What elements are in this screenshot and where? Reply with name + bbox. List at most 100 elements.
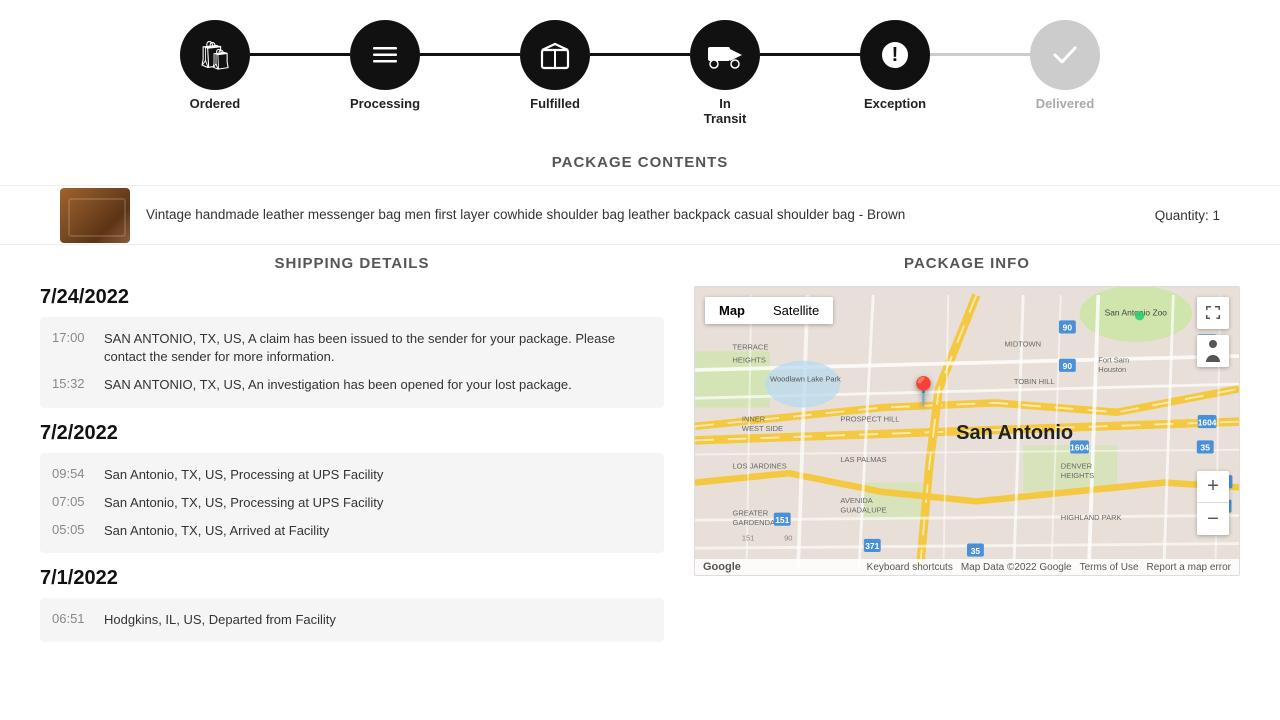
event-time: 15:32	[52, 376, 90, 394]
ordered-label: Ordered	[190, 96, 241, 111]
svg-text:WEST SIDE: WEST SIDE	[742, 424, 783, 433]
map-tab-map[interactable]: Map	[705, 297, 759, 324]
delivered-label: Delivered	[1036, 96, 1095, 111]
event-desc: Hodgkins, IL, US, Departed from Facility	[104, 611, 652, 629]
package-info-title: PACKAGE INFO	[694, 255, 1240, 272]
map-data-label: Map Data ©2022 Google	[961, 562, 1072, 573]
map-city-label: San Antonio	[956, 422, 1073, 445]
svg-text:DENVER: DENVER	[1061, 462, 1093, 471]
map-fullscreen-button[interactable]	[1197, 297, 1229, 329]
shipping-details-title: SHIPPING DETAILS	[40, 255, 664, 272]
terms-of-use-link[interactable]: Terms of Use	[1080, 562, 1139, 573]
step-delivered: Delivered	[1030, 20, 1100, 111]
svg-text:Woodlawn Lake Park: Woodlawn Lake Park	[770, 374, 841, 383]
svg-text:371: 371	[865, 541, 879, 551]
svg-text:TOBIN HILL: TOBIN HILL	[1014, 377, 1055, 386]
map-zoom-in-button[interactable]: +	[1197, 471, 1229, 503]
event-desc: San Antonio, TX, US, Processing at UPS F…	[104, 494, 652, 512]
map-container: San Antonio Zoo TERRACE HEIGHTS MIDTOWN …	[694, 286, 1240, 576]
package-contents-title: PACKAGE CONTENTS	[0, 154, 1280, 171]
exception-icon: !	[860, 20, 930, 90]
svg-text:HEIGHTS: HEIGHTS	[733, 356, 766, 365]
product-image	[60, 188, 130, 243]
svg-text:LOS JARDINES: LOS JARDINES	[733, 462, 787, 471]
svg-text:!: !	[892, 44, 899, 66]
date-group-2: 7/2/2022 09:54 San Antonio, TX, US, Proc…	[40, 422, 664, 554]
event-row: 17:00 SAN ANTONIO, TX, US, A claim has b…	[52, 325, 652, 371]
report-error-link[interactable]: Report a map error	[1147, 562, 1231, 573]
product-description: Vintage handmade leather messenger bag m…	[146, 206, 1139, 225]
processing-icon	[350, 20, 420, 90]
step-ordered: 🛍 Ordered	[180, 20, 250, 111]
svg-text:INNER: INNER	[742, 415, 766, 424]
map-zoom-controls: + −	[1197, 471, 1229, 535]
connector-4	[760, 53, 860, 56]
product-quantity: Quantity: 1	[1155, 208, 1220, 223]
step-fulfilled: Fulfilled	[520, 20, 590, 111]
event-desc: San Antonio, TX, US, Arrived at Facility	[104, 522, 652, 540]
delivered-icon	[1030, 20, 1100, 90]
fulfilled-label: Fulfilled	[530, 96, 580, 111]
svg-text:AVENIDA: AVENIDA	[840, 496, 872, 505]
svg-text:MIDTOWN: MIDTOWN	[1005, 340, 1042, 349]
svg-text:LAS PALMAS: LAS PALMAS	[840, 455, 886, 464]
map-tab-satellite[interactable]: Satellite	[759, 297, 833, 324]
step-exception: ! Exception	[860, 20, 930, 111]
in-transit-label: InTransit	[704, 96, 747, 126]
svg-text:HIGHLAND PARK: HIGHLAND PARK	[1061, 513, 1122, 522]
svg-text:Fort Sam: Fort Sam	[1098, 356, 1129, 365]
connector-2	[420, 53, 520, 56]
map-location-pin: 📍	[906, 375, 941, 408]
event-list-3: 06:51 Hodgkins, IL, US, Departed from Fa…	[40, 598, 664, 642]
event-row: 15:32 SAN ANTONIO, TX, US, An investigat…	[52, 371, 652, 399]
processing-label: Processing	[350, 96, 420, 111]
map-tabs: Map Satellite	[705, 297, 833, 324]
svg-text:TERRACE: TERRACE	[733, 342, 769, 351]
svg-text:HEIGHTS: HEIGHTS	[1061, 471, 1094, 480]
step-processing: Processing	[350, 20, 420, 111]
date-2: 7/2/2022	[40, 422, 664, 445]
svg-text:90: 90	[1063, 323, 1073, 333]
svg-text:35: 35	[971, 546, 981, 556]
google-logo: Google	[703, 561, 741, 573]
shipping-details-col: SHIPPING DETAILS 7/24/2022 17:00 SAN ANT…	[40, 255, 664, 656]
map-zoom-out-button[interactable]: −	[1197, 503, 1229, 535]
svg-text:GREATER: GREATER	[733, 508, 769, 517]
event-time: 05:05	[52, 522, 90, 540]
event-row: 06:51 Hodgkins, IL, US, Departed from Fa…	[52, 606, 652, 634]
event-desc: SAN ANTONIO, TX, US, An investigation ha…	[104, 376, 652, 394]
event-row: 09:54 San Antonio, TX, US, Processing at…	[52, 461, 652, 489]
step-in-transit: InTransit	[690, 20, 760, 126]
event-row: 05:05 San Antonio, TX, US, Arrived at Fa…	[52, 517, 652, 545]
svg-text:1604: 1604	[1198, 417, 1217, 427]
svg-text:90: 90	[784, 534, 792, 543]
event-time: 07:05	[52, 494, 90, 512]
svg-text:151: 151	[775, 515, 789, 525]
connector-5	[930, 53, 1030, 56]
progress-tracker: 🛍 Ordered Processing Fulfilled	[0, 0, 1280, 136]
svg-text:GUADALUPE: GUADALUPE	[840, 506, 886, 515]
date-group-3: 7/1/2022 06:51 Hodgkins, IL, US, Departe…	[40, 567, 664, 642]
svg-text:90: 90	[1063, 361, 1073, 371]
svg-text:151: 151	[742, 534, 755, 543]
event-list-2: 09:54 San Antonio, TX, US, Processing at…	[40, 453, 664, 554]
fulfilled-icon	[520, 20, 590, 90]
event-desc: San Antonio, TX, US, Processing at UPS F…	[104, 466, 652, 484]
keyboard-shortcuts-link[interactable]: Keyboard shortcuts	[867, 562, 953, 573]
event-list-1: 17:00 SAN ANTONIO, TX, US, A claim has b…	[40, 317, 664, 408]
ordered-icon: 🛍	[180, 20, 250, 90]
event-time: 06:51	[52, 611, 90, 629]
map-footer-links: Keyboard shortcuts Map Data ©2022 Google…	[867, 562, 1231, 573]
package-info-col: PACKAGE INFO	[694, 255, 1240, 656]
event-row: 07:05 San Antonio, TX, US, Processing at…	[52, 489, 652, 517]
in-transit-icon	[690, 20, 760, 90]
date-group-1: 7/24/2022 17:00 SAN ANTONIO, TX, US, A c…	[40, 286, 664, 408]
two-column-layout: SHIPPING DETAILS 7/24/2022 17:00 SAN ANT…	[0, 255, 1280, 656]
connector-1	[250, 53, 350, 56]
date-3: 7/1/2022	[40, 567, 664, 590]
event-time: 09:54	[52, 466, 90, 484]
event-desc: SAN ANTONIO, TX, US, A claim has been is…	[104, 330, 652, 366]
svg-text:35: 35	[1201, 443, 1211, 453]
map-street-view-button[interactable]	[1197, 335, 1229, 367]
date-1: 7/24/2022	[40, 286, 664, 309]
